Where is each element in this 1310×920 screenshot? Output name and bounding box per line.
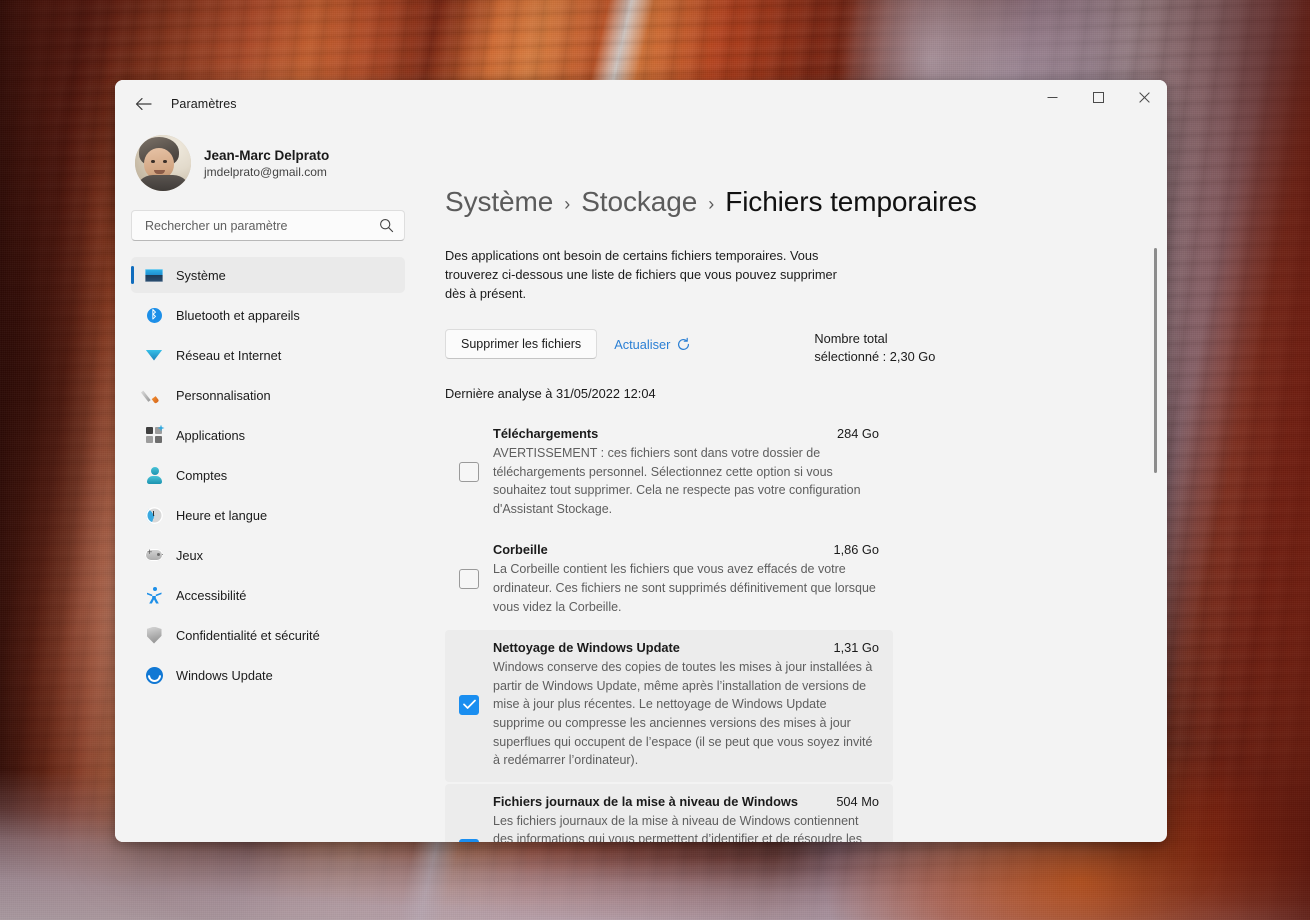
sidebar-item-jeux[interactable]: Jeux: [131, 537, 405, 573]
search-box[interactable]: [131, 210, 405, 241]
apps-grid-icon: [145, 424, 165, 444]
sidebar-item-windows-update[interactable]: Windows Update: [131, 657, 405, 693]
back-button[interactable]: [126, 89, 160, 119]
close-button[interactable]: [1121, 80, 1167, 114]
file-title: Téléchargements: [493, 426, 599, 441]
sidebar-item-label: Comptes: [176, 467, 228, 483]
delete-files-button[interactable]: Supprimer les fichiers: [445, 329, 598, 359]
sidebar-item-label: Réseau et Internet: [176, 347, 282, 363]
refresh-link-label: Actualiser: [614, 336, 671, 352]
paintbrush-icon: [145, 386, 163, 404]
breadcrumb-systeme[interactable]: Système: [445, 186, 553, 218]
file-size: 284 Go: [837, 426, 879, 441]
file-title: Nettoyage de Windows Update: [493, 640, 680, 656]
breadcrumb-stockage[interactable]: Stockage: [581, 186, 697, 218]
sidebar-item-label: Système: [176, 267, 226, 283]
file-checkbox[interactable]: [459, 569, 479, 590]
sidebar-item-accessibilite[interactable]: Accessibilité: [131, 577, 405, 613]
monitor-icon: [145, 266, 163, 284]
sidebar-item-label: Accessibilité: [176, 587, 247, 603]
app-title: Paramètres: [171, 97, 237, 111]
sidebar-item-label: Jeux: [176, 547, 204, 563]
last-scan-text: Dernière analyse à 31/05/2022 12:04: [445, 386, 656, 401]
sidebar-item-confidentialite[interactable]: Confidentialité et sécurité: [131, 617, 405, 653]
sidebar-nav: Système ᛒ Bluetooth et appareils Réseau …: [131, 257, 405, 693]
maximize-button[interactable]: [1075, 80, 1121, 114]
chevron-right-icon: ›: [708, 193, 715, 214]
file-description: Les fichiers journaux de la mise à nivea…: [493, 813, 862, 842]
file-description: La Corbeille contient les fichiers que v…: [493, 562, 876, 614]
sidebar-item-label: Heure et langue: [176, 507, 268, 523]
file-title: Corbeille: [493, 542, 548, 558]
file-size: 504 Mo: [836, 793, 879, 809]
account-email: jmdelprato@gmail.com: [204, 164, 327, 179]
settings-window: Paramètres Jean-Marc Delprato jmdelprato…: [115, 80, 1167, 842]
accessibility-person-icon: [145, 586, 163, 604]
account-name: Jean-Marc Delprato: [204, 147, 330, 163]
minimize-button[interactable]: [1029, 80, 1075, 114]
refresh-link[interactable]: Actualiser: [614, 329, 691, 359]
file-row[interactable]: Téléchargements 284 Go AVERTISSEMENT : c…: [445, 416, 893, 530]
sidebar-item-systeme[interactable]: Système: [131, 257, 405, 293]
windows-update-icon: [145, 666, 163, 684]
wifi-icon: [145, 346, 163, 364]
window-controls: [1029, 80, 1167, 128]
file-checkbox[interactable]: [459, 694, 479, 715]
title-bar: Paramètres: [115, 80, 1167, 128]
gamepad-icon: [145, 546, 163, 564]
temporary-files-list: Téléchargements 284 Go AVERTISSEMENT : c…: [445, 416, 1145, 842]
sidebar-item-bluetooth[interactable]: ᛒ Bluetooth et appareils: [131, 297, 405, 333]
sidebar-item-personnalisation[interactable]: Personnalisation: [131, 377, 405, 413]
sidebar-item-comptes[interactable]: Comptes: [131, 457, 405, 493]
file-row[interactable]: Nettoyage de Windows Update 1,31 Go Wind…: [445, 630, 893, 782]
file-description: Windows conserve des copies de toutes le…: [493, 660, 873, 768]
file-size: 1,31 Go: [833, 640, 879, 656]
file-checkbox[interactable]: [459, 839, 479, 842]
file-row[interactable]: Fichiers journaux de la mise à niveau de…: [445, 783, 893, 842]
scrollbar-thumb[interactable]: [1154, 248, 1157, 473]
shield-icon: [145, 626, 163, 644]
sidebar-item-heure-langue[interactable]: Heure et langue: [131, 497, 405, 533]
maximize-icon: [1092, 91, 1104, 103]
back-arrow-icon: [135, 97, 152, 111]
file-title: Fichiers journaux de la mise à niveau de…: [493, 793, 798, 809]
bluetooth-icon: ᛒ: [145, 306, 163, 324]
minimize-icon: [1047, 92, 1058, 103]
file-description: AVERTISSEMENT : ces fichiers sont dans v…: [493, 446, 861, 516]
desktop: Paramètres Jean-Marc Delprato jmdelprato…: [0, 0, 1310, 920]
clock-icon: [145, 506, 163, 524]
total-selected-text: Nombre total sélectionné : 2,30 Go: [814, 331, 936, 364]
file-row[interactable]: Corbeille 1,86 Go La Corbeille contient …: [445, 532, 893, 628]
content-scrollbar[interactable]: [1151, 168, 1161, 834]
file-checkbox[interactable]: [459, 462, 479, 483]
intro-text: Des applications ont besoin de certains …: [445, 248, 837, 301]
content-pane: Système › Stockage › Fichiers temporaire…: [421, 128, 1167, 842]
sidebar-item-label: Applications: [176, 427, 246, 443]
account-person-icon: [145, 466, 163, 484]
sidebar-item-applications[interactable]: Applications: [131, 417, 405, 453]
sidebar-item-reseau[interactable]: Réseau et Internet: [131, 337, 405, 373]
account-block[interactable]: Jean-Marc Delprato jmdelprato@gmail.com: [131, 128, 405, 192]
user-avatar: [135, 135, 191, 191]
window-body: Jean-Marc Delprato jmdelprato@gmail.com: [115, 128, 1167, 842]
chevron-right-icon: ›: [564, 193, 571, 214]
sidebar-item-label: Confidentialité et sécurité: [176, 627, 320, 643]
sidebar-item-label: Personnalisation: [176, 387, 271, 403]
sidebar-item-label: Windows Update: [176, 667, 273, 683]
search-icon: [379, 218, 394, 233]
actions-row: Supprimer les fichiers Actualiser Nombre…: [445, 329, 1145, 366]
breadcrumb: Système › Stockage › Fichiers temporaire…: [445, 186, 1145, 218]
close-icon: [1138, 91, 1150, 103]
sidebar-item-label: Bluetooth et appareils: [176, 307, 300, 323]
refresh-circular-arrow-icon: [676, 337, 691, 352]
file-size: 1,86 Go: [833, 542, 879, 558]
page-title: Fichiers temporaires: [725, 186, 977, 217]
search-input[interactable]: [145, 218, 379, 233]
sidebar: Jean-Marc Delprato jmdelprato@gmail.com: [115, 128, 421, 842]
